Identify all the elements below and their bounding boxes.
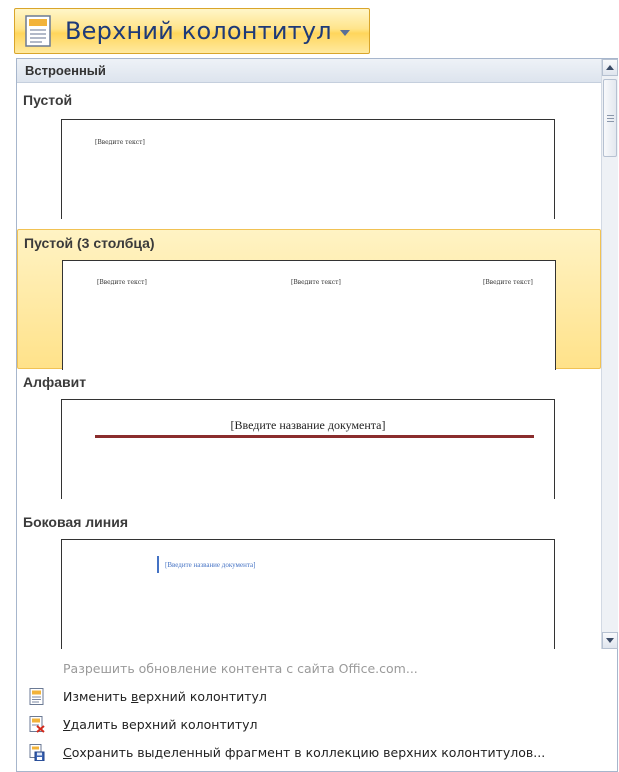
menu-item-label: Сохранить выделенный фрагмент в коллекци…: [63, 745, 546, 760]
scroll-up-button[interactable]: [602, 59, 618, 76]
scroll-down-button[interactable]: [602, 632, 618, 649]
gallery-section-header: Встроенный: [17, 59, 601, 83]
header-thumbnail: [Введите название документа]: [61, 539, 555, 649]
gallery-item-alphabet[interactable]: Алфавит [Введите название документа]: [17, 371, 601, 509]
document-title-placeholder: [Введите название документа]: [230, 418, 386, 432]
gallery-item-title: Алфавит: [23, 374, 87, 390]
scrollbar-thumb[interactable]: [603, 79, 617, 157]
text-placeholder: [Введите текст]: [95, 139, 145, 146]
save-selection-icon: [29, 744, 45, 761]
gallery-item-title: Пустой (3 столбца): [24, 235, 155, 251]
header-page-icon: [29, 688, 44, 705]
header-thumbnail: [Введите название документа]: [61, 399, 555, 499]
gallery-item-sideline[interactable]: Боковая линия [Введите название документ…: [17, 511, 601, 649]
document-title-placeholder: [Введите название документа]: [165, 561, 256, 569]
gallery-item-title: Боковая линия: [23, 514, 128, 530]
gallery-item-title: Пустой: [23, 92, 73, 108]
header-ribbon-button[interactable]: Верхний колонтитул: [14, 8, 370, 54]
gallery-item-blank-three-columns[interactable]: Пустой (3 столбца) [Введите текст] [Введ…: [17, 229, 601, 370]
menu-item-label: Удалить верхний колонтитул: [63, 717, 258, 732]
allow-office-com-updates-item[interactable]: Разрешить обновление контента с сайта Of…: [17, 657, 617, 681]
header-thumbnail: [Введите текст]: [61, 119, 555, 219]
text-placeholder: [Введите текст]: [291, 279, 341, 286]
text-placeholder: [Введите текст]: [97, 279, 147, 286]
menu-item-label: Изменить верхний колонтитул: [63, 689, 267, 704]
delete-header-item[interactable]: Удалить верхний колонтитул: [17, 713, 617, 737]
header-rule: [95, 435, 534, 438]
menu-item-label: Разрешить обновление контента с сайта Of…: [63, 661, 418, 676]
save-selection-to-gallery-item[interactable]: Сохранить выделенный фрагмент в коллекци…: [17, 741, 617, 765]
gallery-scrollbar[interactable]: [601, 59, 618, 649]
ribbon-button-label: Верхний колонтитул: [65, 17, 332, 45]
header-gallery: Встроенный Пустой [Введите текст] Пустой…: [17, 59, 601, 649]
gallery-item-blank[interactable]: Пустой [Введите текст]: [17, 89, 601, 229]
header-thumbnail: [Введите текст] [Введите текст] [Введите…: [62, 260, 556, 370]
delete-header-icon: [29, 716, 45, 733]
chevron-down-icon: [339, 30, 350, 36]
text-placeholder: [Введите текст]: [483, 279, 533, 286]
side-line: [157, 556, 159, 573]
header-dropdown-panel: Встроенный Пустой [Введите текст] Пустой…: [16, 58, 618, 772]
edit-header-item[interactable]: Изменить верхний колонтитул: [17, 685, 617, 709]
header-page-icon: [25, 15, 51, 47]
